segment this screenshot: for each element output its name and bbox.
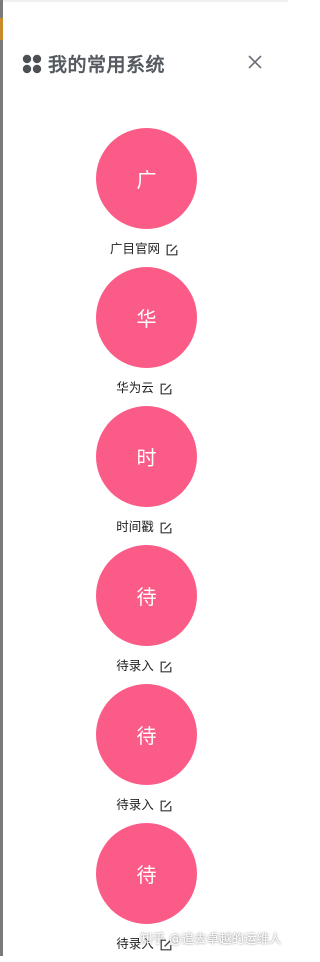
app-label[interactable]: 广目官网: [110, 238, 160, 257]
app-item: 时 时间戳: [0, 406, 288, 545]
app-item: 待 待录入: [0, 545, 288, 684]
app-label-row: 华为云: [0, 377, 288, 395]
app-label[interactable]: 华为云: [116, 377, 154, 396]
app-label-row: 待录入: [0, 794, 288, 812]
app-avatar[interactable]: 广: [96, 128, 197, 229]
app-item: 待 待录入: [0, 684, 288, 823]
edit-icon[interactable]: [166, 241, 178, 256]
panel-header: 我的常用系统: [0, 0, 288, 110]
app-list: 广 广目官网 华 华为云 时 时间戳 待 待录入 待 待录入 待 待录入: [0, 128, 288, 962]
app-label-row: 待录入: [0, 655, 288, 673]
app-label[interactable]: 待录入: [116, 655, 154, 674]
app-avatar[interactable]: 时: [96, 406, 197, 507]
app-initial: 待: [136, 863, 157, 887]
app-label-row: 广目官网: [0, 238, 288, 256]
edit-icon[interactable]: [160, 519, 172, 534]
app-label-row: 时间戳: [0, 516, 288, 534]
app-initial: 时: [136, 446, 157, 470]
app-item: 广 广目官网: [0, 128, 288, 267]
app-avatar[interactable]: 华: [96, 267, 197, 368]
close-button[interactable]: [244, 51, 266, 73]
app-initial: 待: [136, 585, 157, 609]
edit-icon[interactable]: [160, 797, 172, 812]
edit-icon[interactable]: [160, 380, 172, 395]
app-avatar[interactable]: 待: [96, 823, 197, 924]
app-initial: 华: [136, 307, 157, 331]
close-icon: [248, 55, 262, 69]
app-label[interactable]: 待录入: [116, 794, 154, 813]
app-avatar[interactable]: 待: [96, 545, 197, 646]
app-avatar[interactable]: 待: [96, 684, 197, 785]
edit-icon[interactable]: [160, 658, 172, 673]
apps-icon: [22, 54, 42, 74]
app-initial: 广: [136, 168, 157, 192]
app-item: 华 华为云: [0, 267, 288, 406]
watermark: 知乎 @追去卓越的运维人: [140, 931, 282, 946]
app-initial: 待: [136, 724, 157, 748]
panel-title: 我的常用系统: [48, 54, 166, 76]
app-label[interactable]: 时间戳: [116, 516, 154, 535]
